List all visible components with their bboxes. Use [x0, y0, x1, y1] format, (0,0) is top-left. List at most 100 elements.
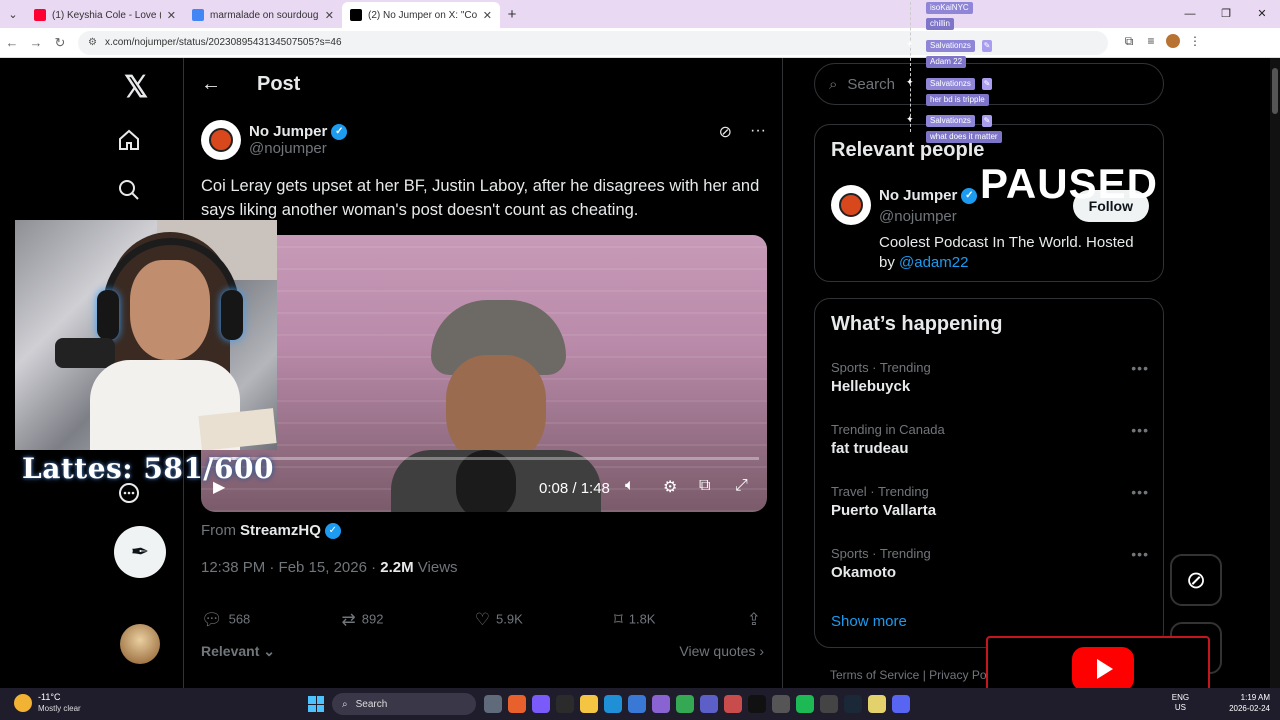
- profile-avatar[interactable]: [1162, 34, 1184, 51]
- taskbar-search[interactable]: ⌕ Search: [332, 693, 476, 715]
- compose-post-button[interactable]: ✒: [114, 526, 166, 578]
- footer-links[interactable]: Terms of Service | Privacy Pol: [830, 668, 989, 682]
- person-name[interactable]: No Jumper: [879, 187, 957, 204]
- app-icon[interactable]: [652, 695, 670, 713]
- app-icon[interactable]: [532, 695, 550, 713]
- edge-icon[interactable]: [604, 695, 622, 713]
- close-tab-icon[interactable]: ✕: [167, 9, 176, 22]
- trend-name: Okamoto: [831, 564, 897, 581]
- account-avatar[interactable]: [120, 624, 160, 664]
- teams-icon[interactable]: [700, 695, 718, 713]
- extensions-icon[interactable]: ⧉: [1118, 34, 1140, 51]
- share-button[interactable]: ⇪: [747, 610, 767, 630]
- post-text: Coi Leray gets upset at her BF, Justin L…: [201, 177, 760, 219]
- post-timestamp[interactable]: 12:38 PM · Feb 15, 2026 ·: [201, 559, 380, 576]
- file-explorer-icon[interactable]: [580, 695, 598, 713]
- home-icon[interactable]: [112, 123, 146, 157]
- browser-tab-3[interactable]: (2) No Jumper on X: "Coi Lera... ✕: [342, 2, 500, 28]
- windows-start-icon[interactable]: [308, 696, 324, 712]
- grok-icon[interactable]: ⊘: [719, 122, 732, 142]
- author-name-row[interactable]: No Jumper ✓: [249, 123, 348, 140]
- person-avatar[interactable]: [831, 185, 871, 225]
- author-name[interactable]: No Jumper: [249, 123, 327, 140]
- browser-tab-2[interactable]: marmalade on sourdough - Go... ✕: [184, 2, 342, 28]
- app-icon[interactable]: [724, 695, 742, 713]
- minimize-icon[interactable]: —: [1172, 0, 1208, 28]
- close-tab-icon[interactable]: ✕: [483, 9, 492, 22]
- video-player[interactable]: ▶ 0:08 / 1:48 🔈︎ ⚙ ⧉ ⤢: [201, 235, 767, 512]
- repost-button[interactable]: ⇄ 892: [342, 610, 384, 630]
- trend-more-icon[interactable]: •••: [1131, 546, 1149, 562]
- trend-item[interactable]: Sports · Trending Hellebuyck •••: [831, 360, 1149, 395]
- url-text: x.com/nojumper/status/202308954313450750…: [104, 37, 342, 48]
- person-handle[interactable]: @nojumper: [879, 208, 957, 225]
- scrollbar-thumb[interactable]: [1272, 68, 1278, 114]
- back-arrow-icon[interactable]: ←: [201, 73, 221, 96]
- explore-search-icon[interactable]: [112, 173, 146, 207]
- clock[interactable]: 1:19 AM 2026-02-24: [1229, 692, 1270, 714]
- maximize-icon[interactable]: ❐: [1208, 0, 1244, 28]
- tab-search-icon[interactable]: ⌄: [0, 0, 26, 28]
- close-tab-icon[interactable]: ✕: [325, 9, 334, 22]
- show-more-link[interactable]: Show more: [831, 613, 907, 630]
- person-name-row[interactable]: No Jumper ✓: [879, 187, 978, 204]
- weather-widget[interactable]: -11°C Mostly clear: [14, 692, 81, 714]
- trend-item[interactable]: Sports · Trending Okamoto •••: [831, 546, 1149, 581]
- youtube-favicon-icon: [34, 9, 46, 21]
- reload-icon[interactable]: ↻: [48, 35, 72, 51]
- trend-item[interactable]: Travel · Trending Puerto Vallarta •••: [831, 484, 1149, 519]
- trend-item[interactable]: Trending in Canada fat trudeau •••: [831, 422, 1149, 457]
- bio-mention-link[interactable]: @adam22: [899, 254, 968, 271]
- trend-more-icon[interactable]: •••: [1131, 360, 1149, 376]
- tiktok-icon[interactable]: [748, 695, 766, 713]
- like-button[interactable]: ♡ 5.9K: [475, 610, 523, 630]
- x-logo-icon[interactable]: 𝕏: [124, 70, 148, 105]
- notes-icon[interactable]: [868, 695, 886, 713]
- author-handle[interactable]: @nojumper: [249, 140, 347, 157]
- browser-tab-1[interactable]: (1) Keyshia Cole - Love (Alte... ✕: [26, 2, 184, 28]
- volume-icon[interactable]: 🔈︎: [625, 477, 635, 495]
- new-tab-button[interactable]: +: [500, 6, 524, 23]
- spotify-icon[interactable]: [796, 695, 814, 713]
- trend-more-icon[interactable]: •••: [1131, 422, 1149, 438]
- browser-toolbar: ← → ↻ ⚙ x.com/nojumper/status/2023089543…: [0, 28, 1280, 58]
- obs-icon[interactable]: [820, 695, 838, 713]
- reply-button[interactable]: 💬︎ 568: [201, 610, 250, 630]
- settings-gear-icon[interactable]: ⚙: [663, 477, 677, 497]
- menu-lines-icon[interactable]: ≡: [1140, 34, 1162, 51]
- steam-icon[interactable]: [844, 695, 862, 713]
- region-code: US: [1174, 703, 1186, 712]
- task-view-icon[interactable]: [484, 695, 502, 713]
- views-count: 2.2M: [380, 559, 414, 576]
- reply-sort-dropdown[interactable]: Relevant ⌄: [201, 643, 275, 660]
- trend-category: Sports · Trending: [831, 360, 931, 375]
- view-quotes-link[interactable]: View quotes ›: [679, 643, 764, 659]
- video-progress-bar[interactable]: [209, 457, 759, 460]
- post-actions: 💬︎ 568 ⇄ 892 ♡ 5.9K ⌑ 1.8K ⇪: [201, 610, 767, 630]
- forward-icon[interactable]: →: [24, 35, 48, 50]
- lattes-goal-counter: Lattes: 581/600: [22, 452, 274, 485]
- chrome-icon[interactable]: [676, 695, 694, 713]
- grok-floating-button[interactable]: ⊘: [1170, 554, 1222, 606]
- post-author[interactable]: No Jumper ✓ @nojumper: [201, 120, 348, 160]
- bookmark-button[interactable]: ⌑ 1.8K: [614, 610, 655, 630]
- app-icon[interactable]: [508, 695, 526, 713]
- discord-icon[interactable]: [892, 695, 910, 713]
- author-avatar[interactable]: [201, 120, 241, 160]
- trend-more-icon[interactable]: •••: [1131, 484, 1149, 500]
- from-account[interactable]: StreamzHQ: [240, 522, 321, 539]
- picture-in-picture-icon[interactable]: ⧉: [699, 477, 710, 495]
- app-icon[interactable]: [556, 695, 574, 713]
- app-icon[interactable]: [772, 695, 790, 713]
- site-info-icon[interactable]: ⚙: [88, 37, 97, 48]
- back-icon[interactable]: ←: [0, 35, 24, 50]
- app-icon[interactable]: [628, 695, 646, 713]
- post-meta: 12:38 PM · Feb 15, 2026 · 2.2M Views: [201, 559, 458, 576]
- fullscreen-icon[interactable]: ⤢: [735, 477, 748, 495]
- kebab-menu-icon[interactable]: ⋮: [1184, 34, 1206, 51]
- close-window-icon[interactable]: ✕: [1244, 0, 1280, 28]
- heart-icon: ♡: [474, 610, 490, 629]
- more-options-icon[interactable]: ···: [750, 122, 766, 142]
- page-scrollbar[interactable]: [1270, 58, 1280, 688]
- language-indicator[interactable]: ENG US: [1172, 693, 1189, 713]
